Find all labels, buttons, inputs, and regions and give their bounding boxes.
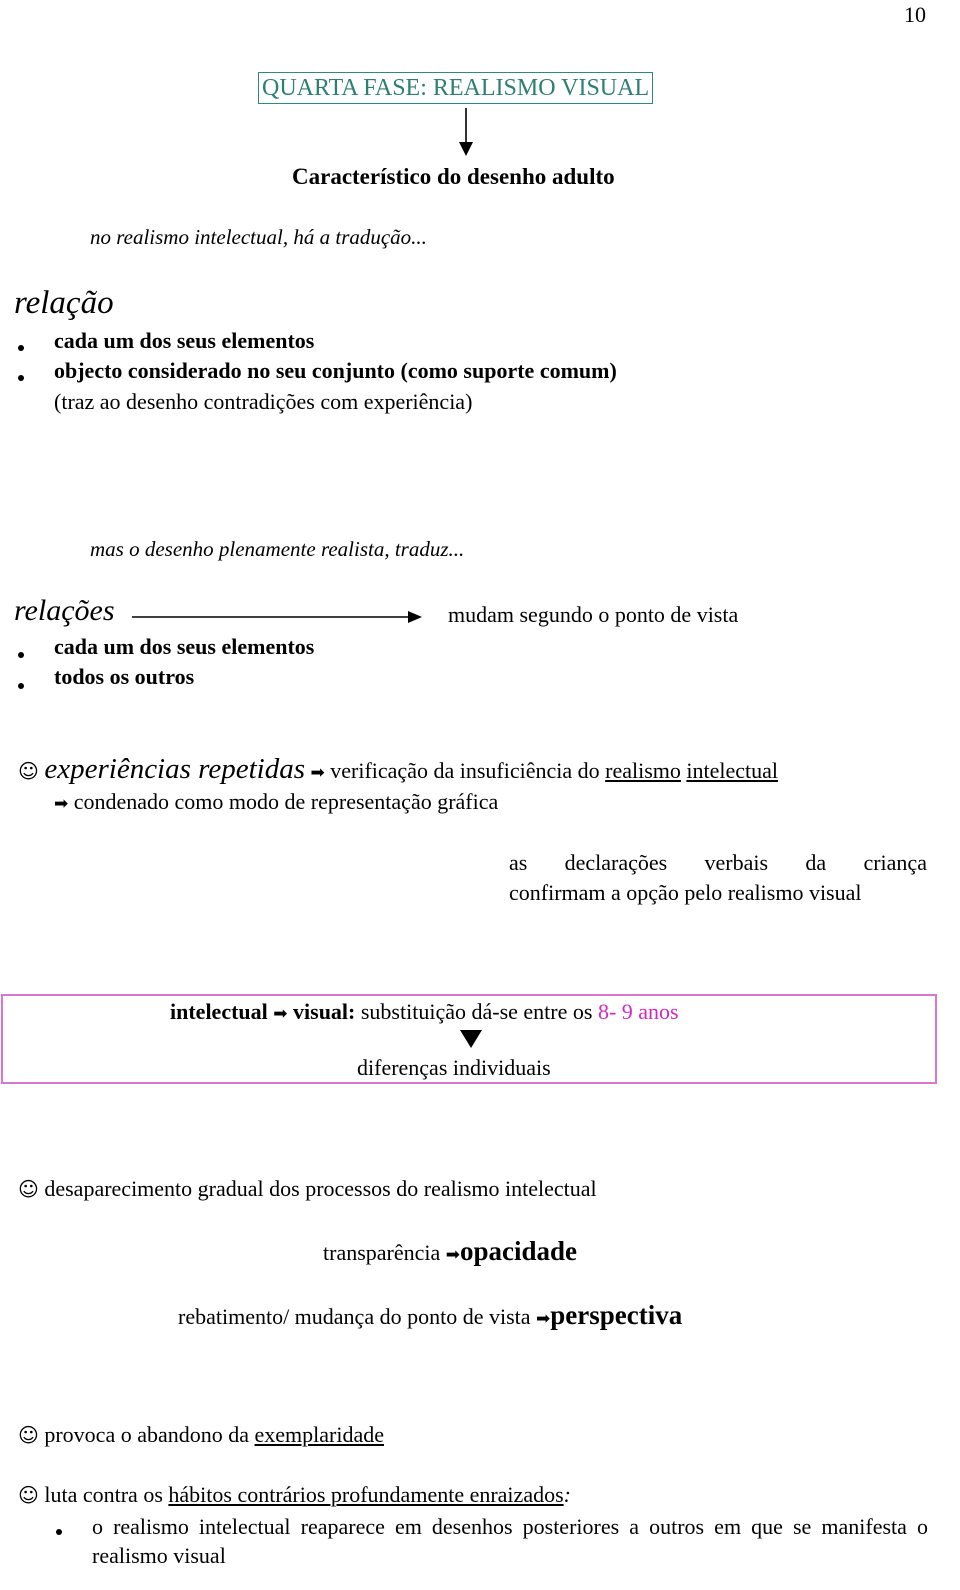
underlined-term: exemplaridade	[254, 1422, 385, 1447]
rebatimento-from: rebatimento/ mudança do ponto de vista	[178, 1304, 531, 1329]
intro-intellectual: no realismo intelectual, há a tradução..…	[90, 225, 427, 249]
page-number: 10	[904, 2, 926, 27]
relacoes-heading: relações	[14, 594, 115, 627]
bullet-icon	[18, 345, 24, 351]
word: da	[805, 850, 827, 875]
transparency-from: transparência	[323, 1240, 441, 1265]
substitution-line: intelectual ➡ visual: substituição dá-se…	[170, 999, 679, 1025]
phase-title: QUARTA FASE: REALISMO VISUAL	[258, 72, 654, 104]
provoca-line: ☺ provoca o abandono da exemplaridade	[18, 1422, 384, 1448]
down-arrow-icon	[459, 108, 473, 156]
subtitle: Característico do desenho adulto	[292, 164, 615, 189]
smiley-icon: ☺	[18, 759, 39, 783]
arrow-right-icon: ➡	[310, 763, 325, 783]
smiley-icon: ☺	[18, 1177, 39, 1201]
right-arrow-icon	[132, 611, 422, 623]
declarations-line-2: confirmam a opção pelo realismo visual	[509, 880, 862, 905]
rebatimento-to: perspectiva	[550, 1300, 683, 1330]
rebatimento-line: rebatimento/ mudança do ponto de vista ➡…	[178, 1300, 682, 1331]
transparency-line: transparência ➡opacidade	[323, 1236, 577, 1267]
underlined-term: hábitos contrários profundamente enraiza…	[168, 1482, 564, 1507]
experiences-text: verificação da insuficiência do	[330, 758, 600, 783]
luta-text: luta contra os	[44, 1482, 163, 1507]
provoca-text: provoca o abandono da	[44, 1422, 250, 1447]
bullet-icon	[56, 1529, 62, 1535]
underlined-term: realismo	[605, 758, 681, 783]
bullet-icon	[18, 375, 24, 381]
substitution-text: substituição dá-se entre os	[360, 999, 593, 1024]
arrow-right-icon: ➡	[273, 1004, 288, 1024]
from-label: intelectual	[170, 999, 268, 1024]
list-item: todos os outros	[54, 664, 195, 689]
relacao-heading: relação	[14, 285, 114, 321]
relacao-note: (traz ao desenho contradições com experi…	[54, 389, 473, 414]
bullet-icon	[18, 652, 24, 658]
bullet-icon	[18, 683, 24, 689]
relacoes-arrow-target: mudam segundo o ponto de vista	[448, 602, 739, 627]
condemned-line: ➡ condenado como modo de representação g…	[54, 789, 498, 815]
to-label: visual:	[293, 999, 356, 1024]
disappearance-line: ☺ desaparecimento gradual dos processos …	[18, 1176, 597, 1202]
down-triangle-icon	[460, 1030, 482, 1048]
experiences-line: ☺ experiências repetidas ➡ verificação d…	[18, 753, 778, 786]
list-item: cada um dos seus elementos	[54, 634, 315, 659]
declarations-paragraph: as declarações verbais da criança confir…	[509, 848, 927, 908]
luta-suffix: :	[563, 1482, 571, 1507]
list-item: o realismo intelectual reaparece em dese…	[92, 1514, 928, 1568]
condemned-text: condenado como modo de representação grá…	[73, 789, 499, 814]
luta-line: ☺ luta contra os hábitos contrários prof…	[18, 1482, 571, 1508]
word: declarações	[564, 850, 668, 875]
list-item: objecto considerado no seu conjunto (com…	[54, 358, 617, 383]
word: verbais	[704, 850, 769, 875]
word: as	[509, 850, 528, 875]
smiley-icon: ☺	[18, 1423, 39, 1447]
smiley-icon: ☺	[18, 1483, 39, 1507]
underlined-term: intelectual	[686, 758, 779, 783]
transparency-to: opacidade	[460, 1236, 578, 1266]
arrow-right-icon: ➡	[536, 1309, 551, 1329]
age-range: 8- 9 anos	[597, 999, 679, 1024]
experiences-lead: experiências repetidas	[44, 753, 306, 785]
arrow-right-icon: ➡	[445, 1245, 461, 1265]
intro-visual: mas o desenho plenamente realista, tradu…	[90, 537, 465, 561]
disappearance-text: desaparecimento gradual dos processos do…	[44, 1176, 597, 1201]
arrow-right-icon: ➡	[54, 794, 69, 814]
individual-differences: diferenças individuais	[357, 1055, 551, 1080]
list-item: cada um dos seus elementos	[54, 328, 315, 353]
word: criança	[863, 850, 927, 875]
